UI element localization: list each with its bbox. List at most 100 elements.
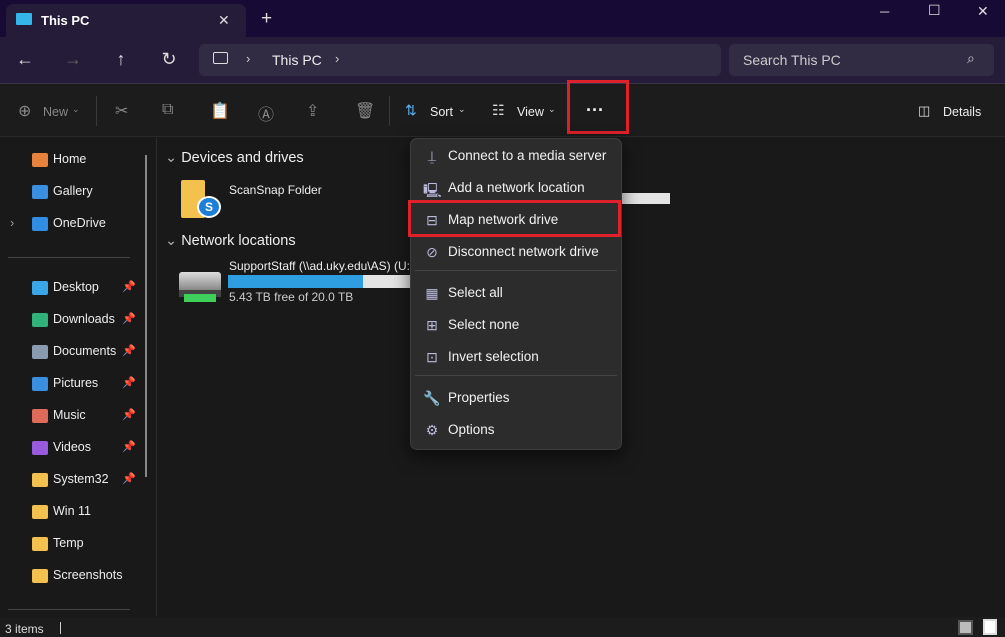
sidebar-item-win-11[interactable]: Win 11 (0, 498, 145, 526)
sidebar-item-videos[interactable]: Videos 📌 (0, 434, 145, 462)
minimize-button[interactable]: ─ (880, 4, 889, 19)
properties-icon: 🔧 (423, 390, 441, 406)
refresh-button[interactable]: ↻ (154, 49, 184, 70)
menu-separator (415, 375, 617, 376)
drive-usage-bar (620, 193, 670, 204)
details-button[interactable]: Details (943, 105, 981, 119)
sidebar-item-pictures[interactable]: Pictures 📌 (0, 370, 145, 398)
sidebar-item-downloads[interactable]: Downloads 📌 (0, 306, 145, 334)
delete-icon[interactable]: 🗑 (355, 101, 375, 121)
menu-item-label: Options (448, 422, 495, 437)
home-icon (32, 153, 48, 167)
cut-icon[interactable]: ✂ (115, 101, 128, 121)
divider (96, 96, 97, 126)
pin-icon[interactable]: 📌 (122, 280, 136, 293)
chevron-right-icon[interactable]: › (335, 51, 339, 66)
new-tab-button[interactable]: + (261, 8, 272, 30)
pin-icon[interactable]: 📌 (122, 472, 136, 485)
up-button[interactable]: ↑ (106, 49, 136, 70)
menu-item-select-all[interactable]: ▦ Select all (415, 278, 617, 308)
sidebar-item-music[interactable]: Music 📌 (0, 402, 145, 430)
pin-icon[interactable]: 📌 (122, 408, 136, 421)
item-count: 3 items (5, 622, 44, 636)
sidebar-item-system32[interactable]: System32 📌 (0, 466, 145, 494)
pin-icon[interactable]: 📌 (122, 312, 136, 325)
chevron-down-icon: ⌄ (548, 104, 556, 114)
tab-this-pc[interactable]: This PC ✕ (6, 4, 246, 37)
pin-icon[interactable]: 📌 (122, 344, 136, 357)
menu-item-disconnect-network-drive[interactable]: ⊘ Disconnect network drive (415, 237, 617, 267)
menu-item-label: Select all (448, 285, 503, 300)
new-button[interactable]: New (43, 105, 68, 119)
menu-item-add-a-network-location[interactable]: 🖳 Add a network location (415, 173, 617, 203)
divider (8, 609, 130, 610)
monitor-icon (213, 52, 228, 64)
menu-item-options[interactable]: ⚙ Options (415, 415, 617, 445)
sort-button[interactable]: Sort (430, 105, 453, 119)
sidebar-item-temp[interactable]: Temp (0, 530, 145, 558)
pin-icon[interactable]: 📌 (122, 376, 136, 389)
folder-icon (32, 473, 48, 487)
monitor-icon (16, 13, 32, 25)
copy-icon[interactable]: ⧉ (162, 101, 173, 119)
sidebar-item-onedrive[interactable]: › OneDrive (0, 210, 145, 238)
close-window-button[interactable]: ✕ (977, 3, 989, 20)
scansnap-logo-icon: S (197, 196, 221, 218)
view-icon: ☷ (492, 102, 505, 118)
select-none-icon: ⊞ (426, 317, 438, 333)
share-icon[interactable]: ⇪ (306, 101, 319, 121)
documents-icon (32, 345, 48, 359)
sidebar-item-screenshots[interactable]: Screenshots (0, 562, 145, 590)
network-drive-label[interactable]: SupportStaff (\\ad.uky.edu\AS) (U: (229, 259, 410, 273)
devices-section-header[interactable]: ⌄ Devices and drives (165, 150, 304, 166)
forward-button[interactable]: → (58, 49, 88, 70)
pin-icon[interactable]: 📌 (122, 440, 136, 453)
sidebar-item-label: Home (53, 152, 87, 166)
desktop-icon (32, 281, 48, 295)
sidebar-item-home[interactable]: Home (0, 146, 145, 174)
maximize-button[interactable]: ☐ (928, 2, 941, 19)
sidebar-item-label: Documents (53, 344, 117, 358)
chevron-down-icon: ⌄ (165, 233, 182, 249)
sidebar-item-gallery[interactable]: Gallery (0, 178, 145, 206)
breadcrumb-this-pc[interactable]: This PC (272, 52, 322, 68)
folder-icon (32, 569, 48, 583)
media-server-icon: ⍊ (427, 148, 437, 164)
details-pane-icon: ◫ (918, 103, 931, 118)
sidebar-item-label: Temp (53, 536, 84, 550)
menu-item-label: Add a network location (448, 180, 585, 195)
sidebar-item-label: Desktop (53, 280, 99, 294)
sidebar-item-label: OneDrive (53, 216, 106, 230)
scansnap-folder-label[interactable]: ScanSnap Folder (229, 183, 322, 197)
search-input[interactable]: Search This PC ⌕ (729, 44, 994, 76)
menu-item-select-none[interactable]: ⊞ Select none (415, 310, 617, 340)
chevron-down-icon: ⌄ (72, 104, 80, 114)
options-icon: ⚙ (425, 422, 439, 438)
chevron-right-icon[interactable]: › (10, 215, 14, 230)
highlight-box (408, 200, 621, 237)
close-tab-icon[interactable]: ✕ (218, 12, 230, 29)
paste-icon[interactable]: 📋 (210, 101, 230, 121)
view-button[interactable]: View (517, 105, 544, 119)
rename-icon[interactable]: Ⓐ (258, 101, 274, 125)
details-view-icon[interactable] (958, 620, 973, 635)
new-icon: ⊕ (18, 103, 32, 120)
sidebar-item-label: Downloads (53, 312, 115, 326)
music-icon (32, 409, 48, 423)
address-bar[interactable]: › This PC › (199, 44, 721, 76)
chevron-right-icon: › (246, 51, 251, 66)
menu-item-invert-selection[interactable]: ⊡ Invert selection (415, 342, 617, 372)
back-button[interactable]: ← (10, 49, 40, 70)
network-drive-icon (179, 272, 221, 302)
sidebar-item-desktop[interactable]: Desktop 📌 (0, 274, 145, 302)
menu-item-label: Connect to a media server (448, 148, 607, 163)
pictures-icon (32, 377, 48, 391)
menu-item-connect-to-a-media-server[interactable]: ⍊ Connect to a media server (415, 141, 617, 171)
menu-item-label: Select none (448, 317, 520, 332)
sidebar-scrollbar[interactable] (145, 155, 147, 477)
sidebar-item-documents[interactable]: Documents 📌 (0, 338, 145, 366)
menu-item-properties[interactable]: 🔧 Properties (415, 383, 617, 413)
network-section-header[interactable]: ⌄ Network locations (165, 233, 296, 249)
tiles-view-icon[interactable] (983, 619, 997, 635)
folder-icon (32, 537, 48, 551)
